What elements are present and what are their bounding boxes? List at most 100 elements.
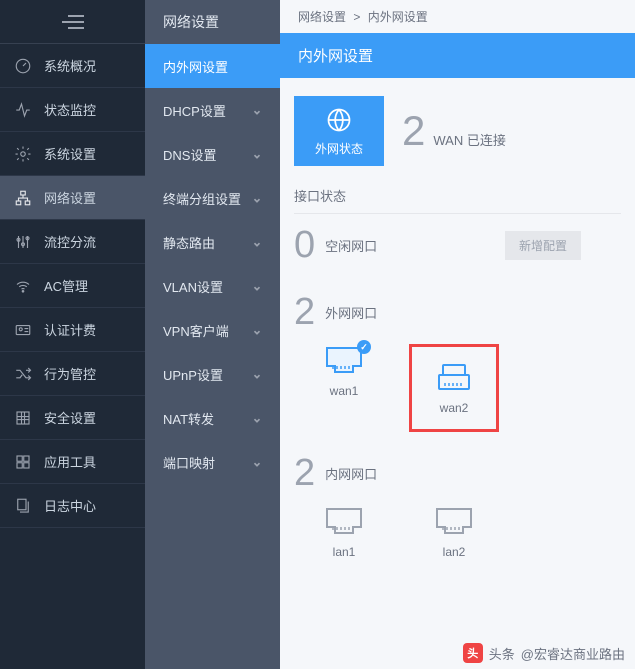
wan-count: 2 [402,107,425,155]
add-config-button[interactable]: 新增配置 [505,231,581,260]
sec-item-dhcp[interactable]: DHCP设置 [145,88,280,132]
shuffle-icon [14,365,32,383]
squares-icon [14,453,32,471]
nav-network-settings[interactable]: 网络设置 [0,176,145,220]
chevron-down-icon [252,369,262,379]
nav-flow-control[interactable]: 流控分流 [0,220,145,264]
ethernet-port-icon [323,505,365,537]
lan-port-label: 内网网口 [325,464,377,483]
id-card-icon [14,321,32,339]
wan-port-count: 2 [294,291,315,334]
port-name: wan2 [440,401,469,415]
wan-port-label: 外网网口 [325,303,377,322]
wan-ports-row: 2 外网网口 [294,291,621,334]
gauge-icon [14,57,32,75]
breadcrumb-current: 内外网设置 [368,10,428,24]
port-name: lan1 [333,545,356,559]
footer-prefix: 头条 [489,644,515,663]
hamburger-icon [62,15,84,29]
nav-label: 状态监控 [44,100,96,119]
nav-label: AC管理 [44,276,88,295]
lan-ports-row: 2 内网网口 [294,452,621,495]
gear-icon [14,145,32,163]
port-lan2[interactable]: lan2 [424,505,484,559]
sidebar-primary: 系统概况 状态监控 系统设置 网络设置 流控分流 AC管理 认证计费 行为管控 [0,0,145,669]
chevron-down-icon [252,413,262,423]
nav-system-overview[interactable]: 系统概况 [0,44,145,88]
idle-port-count: 0 [294,224,315,267]
nav-log-center[interactable]: 日志中心 [0,484,145,528]
chevron-down-icon [252,237,262,247]
files-icon [14,497,32,515]
lan-port-count: 2 [294,452,315,495]
footer-handle: @宏睿达商业路由 [521,644,625,663]
nav-label: 认证计费 [44,320,96,339]
nav-app-tools[interactable]: 应用工具 [0,440,145,484]
breadcrumb-parent[interactable]: 网络设置 [298,10,346,24]
idle-port-label: 空闲网口 [325,236,377,255]
wan-status-text: WAN 已连接 [433,130,505,149]
nav-label: 网络设置 [44,188,96,207]
checkmark-icon [357,340,371,354]
nav-status-monitor[interactable]: 状态监控 [0,88,145,132]
port-name: wan1 [330,384,359,398]
sidebar-secondary: 网络设置 内外网设置 DHCP设置 DNS设置 终端分组设置 静态路由 VLAN… [145,0,280,669]
chevron-down-icon [252,193,262,203]
sec-item-static-route[interactable]: 静态路由 [145,220,280,264]
lan-port-grid: lan1 lan2 [294,505,621,559]
chevron-down-icon [252,281,262,291]
wan-status-card: 外网状态 2 WAN 已连接 [294,96,621,166]
sidebar-toggle[interactable] [0,0,145,44]
idle-ports-row: 0 空闲网口 新增配置 [294,224,621,267]
nav-label: 行为管控 [44,364,96,383]
breadcrumb: 网络设置 > 内外网设置 [280,0,635,33]
sec-item-dns[interactable]: DNS设置 [145,132,280,176]
nav-system-settings[interactable]: 系统设置 [0,132,145,176]
nav-security-settings[interactable]: 安全设置 [0,396,145,440]
chevron-down-icon [252,457,262,467]
interface-section-title: 接口状态 [294,186,621,214]
highlight-box: wan2 [409,344,499,432]
wan-status-box[interactable]: 外网状态 [294,96,384,166]
nav-behavior-control[interactable]: 行为管控 [0,352,145,396]
wan-status-label: 外网状态 [315,140,363,157]
grid-icon [14,409,32,427]
wifi-icon [14,277,32,295]
sec-item-port-mapping[interactable]: 端口映射 [145,440,280,484]
chevron-down-icon [252,325,262,335]
nav-auth-billing[interactable]: 认证计费 [0,308,145,352]
sliders-icon [14,233,32,251]
sec-item-nat[interactable]: NAT转发 [145,396,280,440]
nav-label: 流控分流 [44,232,96,251]
port-wan2[interactable]: wan2 [424,361,484,415]
sec-item-vlan[interactable]: VLAN设置 [145,264,280,308]
nav-label: 应用工具 [44,452,96,471]
nav-label: 安全设置 [44,408,96,427]
nav-label: 系统设置 [44,144,96,163]
nav-label: 系统概况 [44,56,96,75]
ethernet-port-icon [433,505,475,537]
toutiao-logo-icon: 头 [463,643,483,663]
ethernet-port-icon [323,344,365,376]
chevron-down-icon [252,105,262,115]
sec-item-vpn-client[interactable]: VPN客户端 [145,308,280,352]
main-content: 网络设置 > 内外网设置 内外网设置 外网状态 2 WAN 已连接 接口状态 [280,0,635,669]
wan-port-grid: wan1 wan2 [294,344,621,432]
chevron-down-icon [252,149,262,159]
sec-item-wan-lan[interactable]: 内外网设置 [145,44,280,88]
network-icon [14,189,32,207]
page-title: 内外网设置 [280,33,635,78]
port-wan1[interactable]: wan1 [314,344,374,432]
port-name: lan2 [443,545,466,559]
nav-ac-management[interactable]: AC管理 [0,264,145,308]
globe-icon [325,106,353,134]
sec-item-upnp[interactable]: UPnP设置 [145,352,280,396]
sec-item-terminal-group[interactable]: 终端分组设置 [145,176,280,220]
secondary-header: 网络设置 [145,0,280,44]
footer-credit: 头 头条 @宏睿达商业路由 [463,643,625,663]
breadcrumb-separator: > [353,10,360,24]
activity-icon [14,101,32,119]
ethernet-port-icon [433,361,475,393]
nav-label: 日志中心 [44,496,96,515]
port-lan1[interactable]: lan1 [314,505,374,559]
